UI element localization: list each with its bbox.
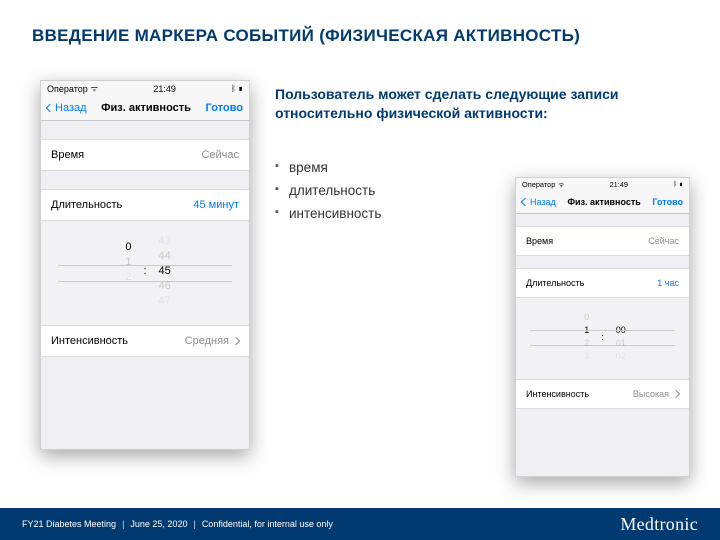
slide-footer: FY21 Diabetes Meeting|June 25, 2020|Conf…: [0, 508, 720, 540]
row-label: Время: [51, 149, 84, 161]
row-label: Интенсивность: [526, 389, 589, 399]
picker-cell-selected: 45: [159, 265, 171, 277]
nav-title: Физ. активность: [101, 102, 191, 114]
bullet-item: длительность: [275, 183, 381, 198]
picker-colon: :: [141, 265, 148, 277]
duration-picker[interactable]: 0 1 2 3 : 00 01 02: [516, 298, 689, 379]
chevron-left-icon: [46, 104, 54, 112]
row-intensity[interactable]: Интенсивность Средняя: [41, 325, 249, 357]
bluetooth-icon: ᛒ ▮: [231, 84, 243, 93]
picker-cell: 1: [125, 256, 131, 268]
row-value: Сейчас: [648, 236, 679, 246]
chevron-right-icon: [232, 337, 240, 345]
brand-logo: Medtronic: [620, 514, 698, 535]
row-value: Сейчас: [201, 149, 239, 161]
bullet-item: время: [275, 160, 381, 175]
picker-cell: 43: [159, 235, 171, 247]
phone-mockup-large: Операторᯤ 21:49 ᛒ ▮ Назад Физ. активност…: [40, 80, 250, 450]
row-label: Длительность: [526, 278, 584, 288]
picker-cell: 47: [159, 295, 171, 307]
duration-picker[interactable]: 0 1 2 : 43 44 45 46 47: [41, 221, 249, 325]
picker-colon: :: [599, 332, 606, 342]
row-time[interactable]: Время Сейчас: [41, 139, 249, 171]
picker-cell: 3: [584, 351, 589, 361]
done-button[interactable]: Готово: [206, 102, 243, 114]
chevron-right-icon: [672, 390, 680, 398]
row-time[interactable]: Время Сейчас: [516, 226, 689, 256]
carrier-label: Оператор: [522, 180, 555, 189]
picker-cell: 02: [616, 351, 626, 361]
status-bar: Операторᯤ 21:49 ᛒ ▮: [41, 81, 249, 96]
picker-cell: 46: [159, 280, 171, 292]
status-bar: Операторᯤ 21:49 ᛒ ▮: [516, 178, 689, 191]
row-duration[interactable]: Длительность 1 час: [516, 268, 689, 298]
row-label: Интенсивность: [51, 335, 128, 347]
wifi-icon: ᯤ: [91, 83, 98, 94]
carrier-label: Оператор: [47, 84, 88, 94]
bullet-list: время длительность интенсивность: [275, 160, 381, 229]
nav-bar: Назад Физ. активность Готово: [516, 191, 689, 214]
picker-cell: 01: [616, 338, 626, 348]
row-value: 45 минут: [193, 199, 239, 211]
back-button[interactable]: Назад: [522, 197, 556, 207]
clock: 21:49: [610, 180, 628, 189]
bluetooth-icon: ᛒ ▮: [673, 181, 683, 188]
slide-title: ВВЕДЕНИЕ МАРКЕРА СОБЫТИЙ (ФИЗИЧЕСКАЯ АКТ…: [32, 26, 580, 46]
back-label: Назад: [55, 102, 87, 114]
picker-cell: 2: [584, 338, 589, 348]
done-button[interactable]: Готово: [652, 197, 683, 207]
nav-title: Физ. активность: [567, 197, 640, 207]
picker-cell: 0: [584, 312, 589, 322]
wifi-icon: ᯤ: [558, 180, 564, 189]
footer-left: FY21 Diabetes Meeting|June 25, 2020|Conf…: [22, 519, 333, 529]
row-value: 1 час: [657, 278, 679, 288]
row-duration[interactable]: Длительность 45 минут: [41, 189, 249, 221]
back-button[interactable]: Назад: [47, 102, 87, 114]
chevron-left-icon: [521, 198, 529, 206]
picker-cell: 44: [159, 250, 171, 262]
intro-text: Пользователь может сделать следующие зап…: [275, 85, 685, 123]
bullet-item: интенсивность: [275, 206, 381, 221]
nav-bar: Назад Физ. активность Готово: [41, 96, 249, 121]
row-label: Время: [526, 236, 553, 246]
row-label: Длительность: [51, 199, 122, 211]
row-value: Средняя: [185, 335, 239, 347]
picker-cell-selected: 0: [125, 241, 131, 253]
clock: 21:49: [153, 84, 176, 94]
picker-cell: 2: [125, 271, 131, 283]
back-label: Назад: [530, 197, 556, 207]
row-intensity[interactable]: Интенсивность Высокая: [516, 379, 689, 409]
row-value: Высокая: [633, 389, 679, 399]
phone-mockup-small: Операторᯤ 21:49 ᛒ ▮ Назад Физ. активност…: [515, 177, 690, 477]
